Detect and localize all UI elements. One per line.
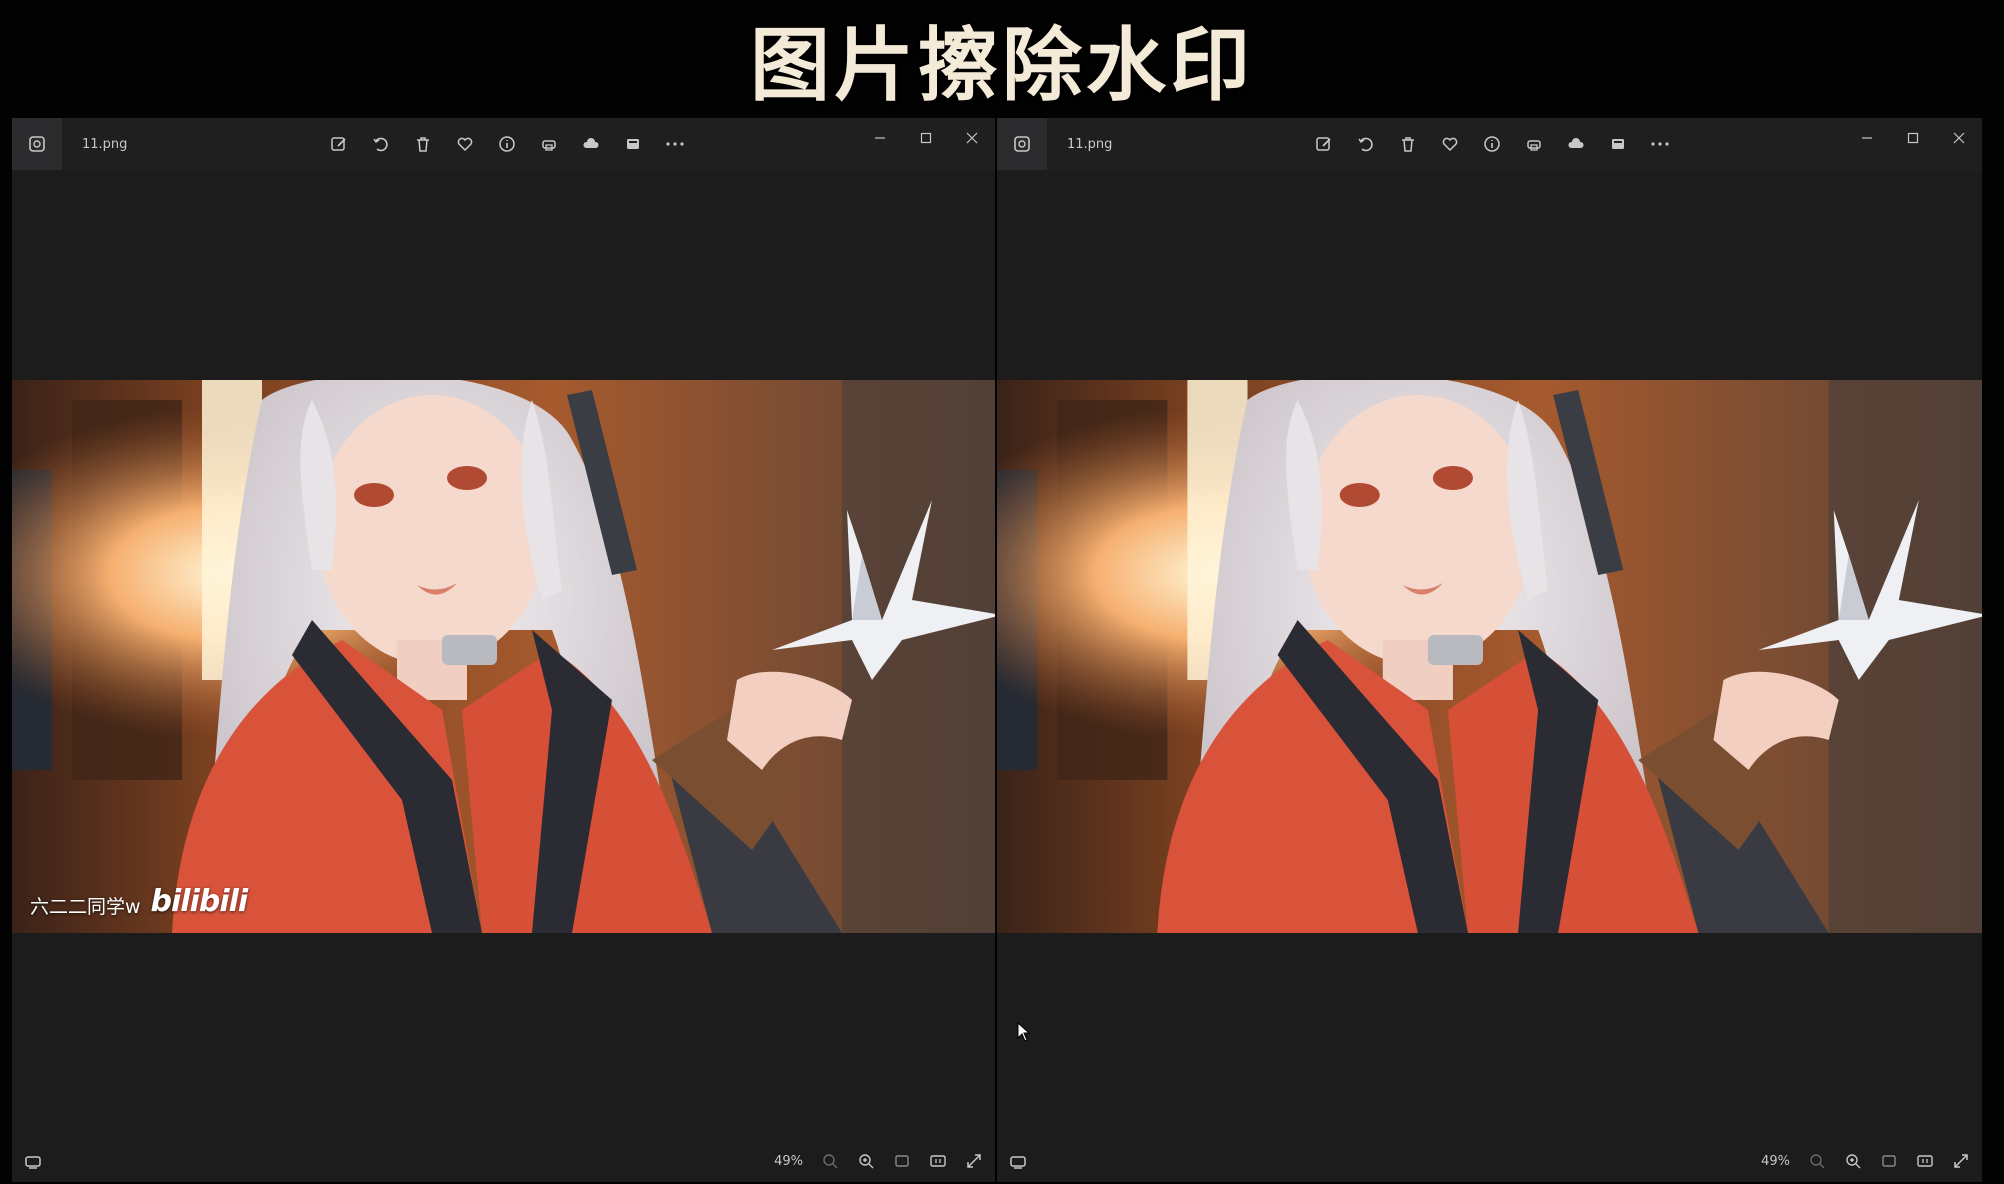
edit-icon[interactable] bbox=[1311, 131, 1337, 157]
photo-viewer-window-right: 11.png 49% bbox=[997, 118, 1982, 1182]
slideshow-icon[interactable] bbox=[620, 131, 646, 157]
photos-app-icon[interactable] bbox=[997, 118, 1047, 170]
photo-image bbox=[997, 380, 1982, 933]
filmstrip-icon[interactable] bbox=[24, 1154, 42, 1170]
zoom-level: 49% bbox=[1761, 1153, 1790, 1169]
photo-viewer-window-left: 11.png 六二二同学w bilibili 49% bbox=[12, 118, 995, 1182]
more-icon[interactable] bbox=[1647, 131, 1673, 157]
photo-image bbox=[12, 380, 995, 933]
actual-size-icon[interactable] bbox=[1916, 1152, 1934, 1170]
edit-icon[interactable] bbox=[326, 131, 352, 157]
fullscreen-icon[interactable] bbox=[1952, 1152, 1970, 1170]
file-name: 11.png bbox=[1067, 136, 1113, 152]
rotate-icon[interactable] bbox=[1353, 131, 1379, 157]
mouse-cursor-icon bbox=[1017, 1022, 1031, 1042]
window-controls bbox=[1844, 118, 1982, 158]
delete-icon[interactable] bbox=[410, 131, 436, 157]
delete-icon[interactable] bbox=[1395, 131, 1421, 157]
minimize-icon[interactable] bbox=[857, 118, 903, 158]
photos-app-icon[interactable] bbox=[12, 118, 62, 170]
photo-canvas[interactable]: 六二二同学w bilibili bbox=[12, 380, 995, 933]
maximize-icon[interactable] bbox=[903, 118, 949, 158]
status-bar: 49% bbox=[997, 1146, 1982, 1182]
print-icon[interactable] bbox=[536, 131, 562, 157]
banner: 图片擦除水印 bbox=[0, 0, 2004, 118]
zoom-in-icon[interactable] bbox=[857, 1152, 875, 1170]
favorite-icon[interactable] bbox=[452, 131, 478, 157]
more-icon[interactable] bbox=[662, 131, 688, 157]
filmstrip-icon[interactable] bbox=[1009, 1154, 1027, 1170]
status-bar: 49% bbox=[12, 1146, 995, 1182]
banner-title: 图片擦除水印 bbox=[750, 19, 1254, 112]
photo-canvas[interactable] bbox=[997, 380, 1982, 933]
cloud-icon[interactable] bbox=[1563, 131, 1589, 157]
rotate-icon[interactable] bbox=[368, 131, 394, 157]
zoom-in-icon[interactable] bbox=[1844, 1152, 1862, 1170]
cloud-icon[interactable] bbox=[578, 131, 604, 157]
favorite-icon[interactable] bbox=[1437, 131, 1463, 157]
close-icon[interactable] bbox=[949, 118, 995, 158]
slideshow-icon[interactable] bbox=[1605, 131, 1631, 157]
info-icon[interactable] bbox=[494, 131, 520, 157]
print-icon[interactable] bbox=[1521, 131, 1547, 157]
zoom-level: 49% bbox=[774, 1153, 803, 1169]
fullscreen-icon[interactable] bbox=[965, 1152, 983, 1170]
fit-window-icon[interactable] bbox=[893, 1152, 911, 1170]
zoom-out-icon[interactable] bbox=[821, 1152, 839, 1170]
fit-window-icon[interactable] bbox=[1880, 1152, 1898, 1170]
window-controls bbox=[857, 118, 995, 158]
minimize-icon[interactable] bbox=[1844, 118, 1890, 158]
watermark-logo: bilibili bbox=[150, 884, 249, 919]
watermark-text: 六二二同学w bbox=[30, 896, 141, 918]
close-icon[interactable] bbox=[1936, 118, 1982, 158]
maximize-icon[interactable] bbox=[1890, 118, 1936, 158]
info-icon[interactable] bbox=[1479, 131, 1505, 157]
toolbar bbox=[326, 130, 688, 158]
toolbar bbox=[1311, 130, 1673, 158]
watermark: 六二二同学w bilibili bbox=[30, 884, 249, 919]
actual-size-icon[interactable] bbox=[929, 1152, 947, 1170]
zoom-out-icon[interactable] bbox=[1808, 1152, 1826, 1170]
file-name: 11.png bbox=[82, 136, 128, 152]
